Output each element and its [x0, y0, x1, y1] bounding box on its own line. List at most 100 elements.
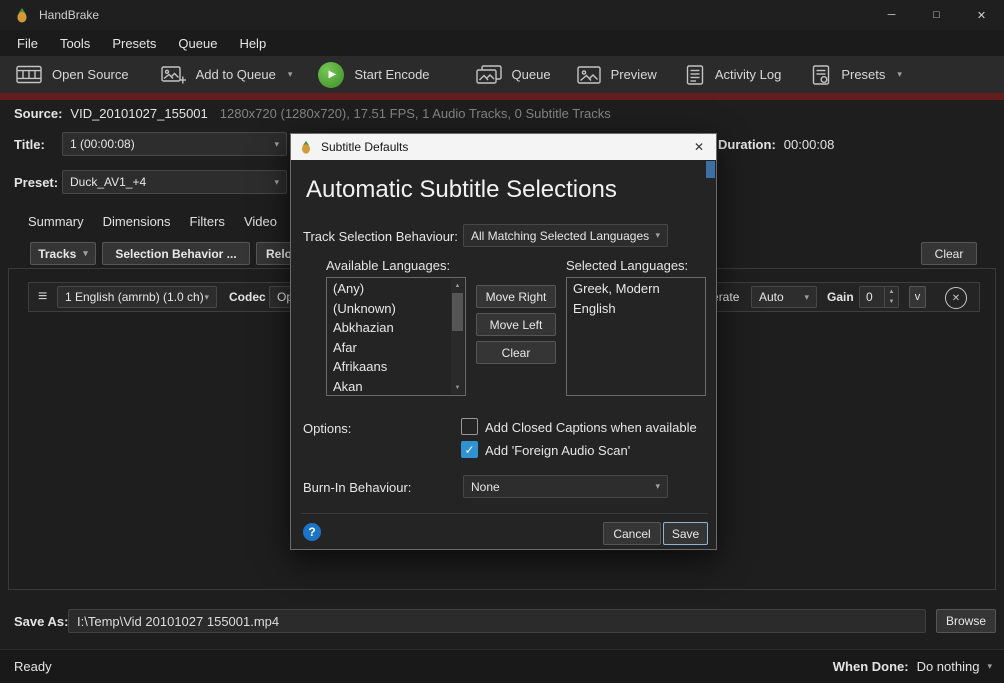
- start-encode-button[interactable]: ▶ Start Encode: [308, 57, 439, 93]
- presets-button[interactable]: Presets ▾: [801, 60, 912, 90]
- audio-track-value: 1 English (amrnb) (1.0 ch): [65, 290, 204, 304]
- browse-label: Browse: [946, 614, 986, 628]
- dialog-heading: Automatic Subtitle Selections: [306, 176, 617, 204]
- closed-captions-checkbox[interactable]: [461, 418, 478, 435]
- move-left-button[interactable]: Move Left: [476, 313, 556, 336]
- gain-stepper-arrows[interactable]: ▲ ▼: [884, 287, 898, 307]
- cancel-button[interactable]: Cancel: [603, 522, 661, 545]
- add-image-icon: [161, 65, 186, 85]
- scroll-up-icon[interactable]: ▲: [451, 279, 464, 292]
- tab-dimensions[interactable]: Dimensions: [103, 211, 171, 232]
- help-button[interactable]: ?: [303, 523, 321, 541]
- clear-languages-button[interactable]: Clear: [476, 341, 556, 364]
- save-label: Save: [672, 527, 699, 541]
- scrollbar[interactable]: ▲ ▼: [451, 279, 464, 394]
- subtitle-defaults-dialog: Subtitle Defaults ✕ Automatic Subtitle S…: [290, 133, 717, 550]
- tab-summary[interactable]: Summary: [28, 211, 84, 232]
- foreign-audio-scan-checkbox[interactable]: ✓: [461, 441, 478, 458]
- save-as-input[interactable]: [68, 609, 926, 633]
- tab-filters[interactable]: Filters: [190, 211, 225, 232]
- tab-video[interactable]: Video: [244, 211, 277, 232]
- burn-in-behaviour-select[interactable]: None ▾: [463, 475, 668, 498]
- gain-value: 0: [860, 287, 884, 307]
- audio-track-select[interactable]: 1 English (amrnb) (1.0 ch) ▾: [57, 286, 217, 308]
- remove-track-button[interactable]: ✕: [945, 287, 967, 309]
- samplerate-select[interactable]: Auto ▾: [751, 286, 817, 308]
- menu-presets[interactable]: Presets: [101, 32, 167, 55]
- list-item[interactable]: Akan: [327, 377, 451, 397]
- status-text: Ready: [14, 659, 52, 674]
- browse-button[interactable]: Browse: [936, 609, 996, 633]
- samplerate-value: Auto: [759, 290, 784, 304]
- duration-value: 00:00:08: [784, 137, 835, 152]
- move-left-label: Move Left: [490, 318, 543, 332]
- dialog-title: Subtitle Defaults: [321, 140, 408, 154]
- selected-languages-label: Selected Languages:: [566, 258, 688, 273]
- spin-down-icon[interactable]: ▼: [885, 297, 898, 307]
- check-icon: ✓: [464, 443, 474, 457]
- burn-in-behaviour-label: Burn-In Behaviour:: [303, 480, 411, 495]
- list-item[interactable]: (Unknown): [327, 299, 451, 319]
- menu-file[interactable]: File: [6, 32, 49, 55]
- activity-log-icon: [685, 65, 705, 85]
- options-label: Options:: [303, 421, 351, 436]
- dialog-titlebar[interactable]: Subtitle Defaults ✕: [291, 134, 716, 160]
- move-right-button[interactable]: Move Right: [476, 285, 556, 308]
- track-selection-behaviour-select[interactable]: All Matching Selected Languages ▾: [463, 224, 668, 247]
- window-titlebar: HandBrake ─ □ ✕: [0, 0, 1004, 30]
- track-selection-behaviour-value: All Matching Selected Languages: [471, 229, 649, 243]
- chevron-down-icon: ▾: [274, 140, 279, 149]
- scrollbar-thumb[interactable]: [452, 293, 463, 331]
- film-strip-icon: [16, 65, 42, 84]
- selected-languages-list[interactable]: Greek, Modern English: [566, 277, 706, 396]
- menu-help[interactable]: Help: [228, 32, 277, 55]
- list-item[interactable]: Abkhazian: [327, 318, 451, 338]
- maximize-button[interactable]: □: [914, 0, 959, 30]
- list-item[interactable]: Afrikaans: [327, 357, 451, 377]
- close-button[interactable]: ✕: [959, 0, 1004, 30]
- dialog-close-button[interactable]: ✕: [682, 134, 716, 160]
- codec-label: Codec: [229, 290, 266, 304]
- chevron-down-icon: ▾: [274, 178, 279, 187]
- minimize-button[interactable]: ─: [869, 0, 914, 30]
- clear-tracks-label: Clear: [935, 247, 964, 261]
- queue-icon: [476, 65, 502, 85]
- preset-select[interactable]: Duck_AV1_+4 ▾: [62, 170, 287, 194]
- available-languages-list[interactable]: (Any) (Unknown) Abkhazian Afar Afrikaans…: [326, 277, 466, 396]
- source-label: Source:: [14, 106, 62, 121]
- list-item[interactable]: (Any): [327, 279, 451, 299]
- preset-label: Preset:: [14, 175, 58, 190]
- open-source-button[interactable]: Open Source: [6, 60, 139, 89]
- chevron-down-icon: ▾: [804, 293, 809, 302]
- queue-button[interactable]: Queue: [466, 60, 561, 90]
- save-button[interactable]: Save: [663, 522, 708, 545]
- spin-up-icon[interactable]: ▲: [885, 287, 898, 297]
- source-name: VID_20101027_155001: [70, 106, 207, 121]
- window-controls: ─ □ ✕: [869, 0, 1004, 30]
- activity-log-button[interactable]: Activity Log: [675, 60, 791, 90]
- accent-fragment: [706, 161, 715, 178]
- when-done-label: When Done:: [833, 659, 909, 674]
- dialog-separator: [301, 513, 708, 514]
- title-select[interactable]: 1 (00:00:08) ▾: [62, 132, 287, 156]
- add-to-queue-button[interactable]: Add to Queue ▾: [151, 60, 303, 90]
- list-item[interactable]: Afar: [327, 338, 451, 358]
- list-item[interactable]: English: [567, 299, 705, 319]
- activity-log-label: Activity Log: [715, 67, 781, 82]
- tracks-menu-button[interactable]: Tracks ▾: [30, 242, 96, 265]
- drc-expand-button[interactable]: v: [909, 286, 926, 308]
- scroll-down-icon[interactable]: ▼: [451, 381, 464, 394]
- selection-behavior-button[interactable]: Selection Behavior ...: [102, 242, 250, 265]
- when-done-dropdown[interactable]: When Done: Do nothing ▾: [833, 659, 992, 674]
- drag-handle-icon[interactable]: ≡: [38, 288, 47, 306]
- preset-select-value: Duck_AV1_+4: [70, 175, 146, 189]
- menu-queue[interactable]: Queue: [167, 32, 228, 55]
- menu-tools[interactable]: Tools: [49, 32, 101, 55]
- clear-tracks-button[interactable]: Clear: [921, 242, 977, 265]
- when-done-value: Do nothing: [917, 659, 980, 674]
- preview-button[interactable]: Preview: [567, 60, 667, 90]
- cancel-label: Cancel: [613, 527, 650, 541]
- list-item[interactable]: Greek, Modern: [567, 279, 705, 299]
- window-title: HandBrake: [39, 8, 99, 22]
- gain-stepper[interactable]: 0 ▲ ▼: [859, 286, 899, 308]
